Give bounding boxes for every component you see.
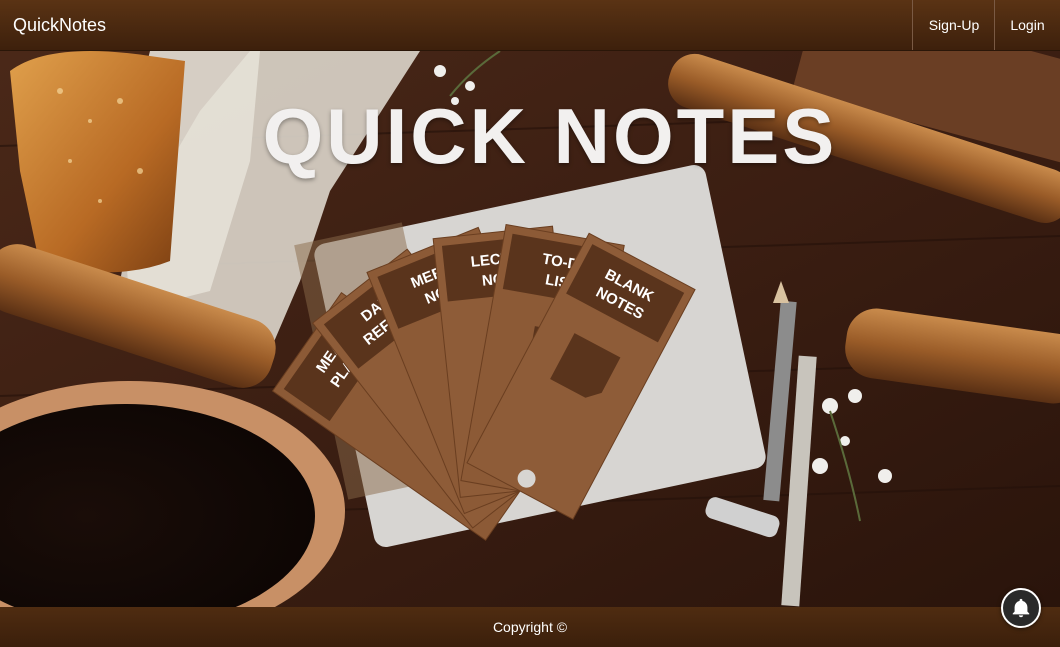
notification-bell-button[interactable] — [1001, 588, 1041, 628]
brand-link[interactable]: QuickNotes — [13, 0, 106, 50]
navbar: QuickNotes Sign-Up Login — [0, 0, 1060, 51]
hero-title: QUICK NOTES — [262, 92, 838, 180]
hero-banner: MEA PLAN DAIL REFLEC MEETI NOT — [0, 51, 1060, 607]
footer: Copyright © — [0, 607, 1060, 647]
copyright-text: Copyright © — [492, 619, 568, 635]
bell-icon — [1012, 598, 1030, 618]
login-link[interactable]: Login — [994, 0, 1060, 50]
signup-link[interactable]: Sign-Up — [912, 0, 995, 50]
